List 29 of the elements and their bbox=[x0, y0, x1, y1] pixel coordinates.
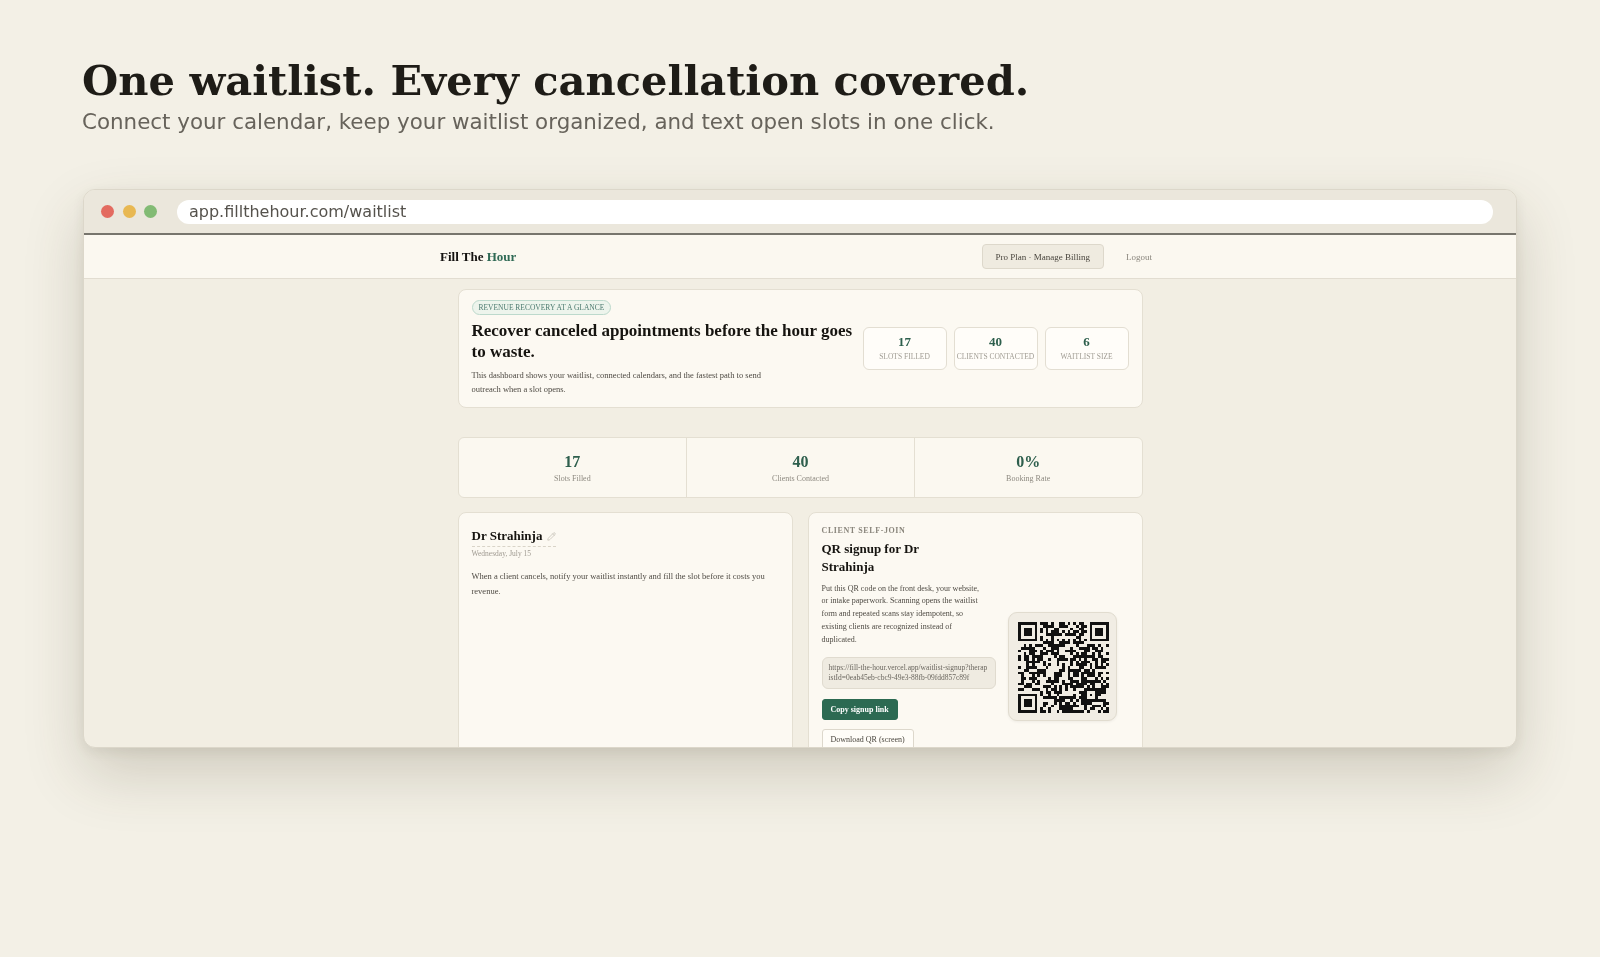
logout-link[interactable]: Logout bbox=[1126, 251, 1152, 262]
copy-link-button[interactable]: Copy signup link bbox=[821, 698, 898, 720]
window-control-dot-icon[interactable] bbox=[122, 205, 136, 218]
stat-value: 40 bbox=[989, 333, 1002, 349]
metric-label: Slots Filled bbox=[554, 473, 591, 484]
overview-title: Recover canceled appointments before the hour goes to waste. bbox=[471, 321, 854, 362]
practice-description: When a client cancels, notify your waitlist instantly and fill the slot before it costs you revenue. bbox=[471, 570, 766, 598]
overview-description: This dashboard shows your waitlist, connected calendars, and the fastest path to send outreach when a slot opens. bbox=[471, 368, 762, 396]
signup-title: QR signup for Dr Strahinja bbox=[821, 540, 920, 577]
pencil-icon[interactable] bbox=[547, 531, 557, 541]
app-logo[interactable]: Fill The Hour bbox=[440, 248, 517, 265]
window-control-dot-icon[interactable] bbox=[144, 205, 157, 218]
page-subtitle: Connect your calendar, keep your waitlist organized, and text open slots in one click. bbox=[82, 108, 996, 136]
window-control-dot-icon[interactable] bbox=[101, 205, 114, 218]
metric-value: 0% bbox=[1016, 451, 1041, 471]
address-bar[interactable]: app.fillthehour.com/waitlist bbox=[177, 199, 1493, 224]
practice-name: Dr Strahinja bbox=[471, 528, 543, 545]
metric-label: Clients Contacted bbox=[771, 473, 830, 484]
download-qr-button[interactable]: Download QR (screen) bbox=[821, 728, 914, 747]
stat-value: 6 bbox=[1083, 333, 1090, 349]
metric-value: 40 bbox=[792, 451, 809, 471]
qr-code-icon bbox=[1007, 612, 1117, 722]
metric-label: Booking Rate bbox=[1006, 473, 1051, 484]
page-headline: One waitlist. Every cancellation covered. bbox=[82, 56, 1031, 106]
metric-value: 17 bbox=[564, 451, 581, 471]
stat-value: 17 bbox=[898, 333, 911, 349]
signup-eyebrow: CLIENT SELF-JOIN bbox=[821, 525, 907, 537]
billing-button[interactable]: Pro Plan · Manage Billing bbox=[981, 244, 1104, 269]
signup-description: Put this QR code on the front desk, your website, or intake paperwork. Scanning opens the waitlist form and repeated scans stay idempotent, so existing clients are recognized instead of duplicated. bbox=[821, 582, 981, 646]
